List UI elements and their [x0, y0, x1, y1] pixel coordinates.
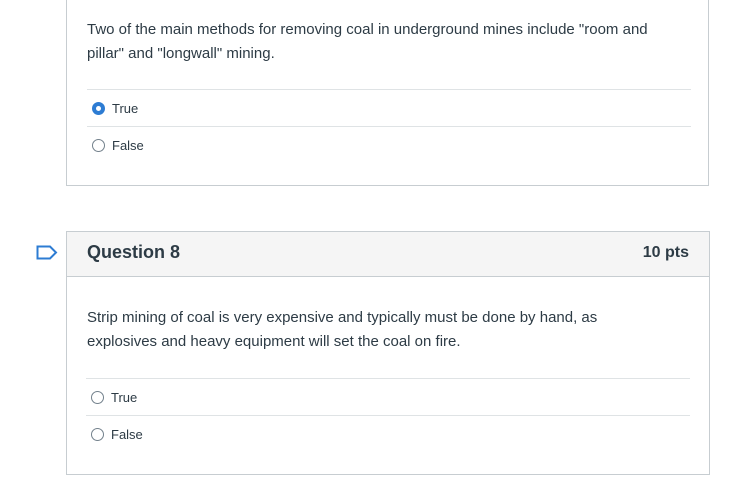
question-8-header: Question 8 10 pts: [67, 232, 709, 277]
question-7-text: Two of the main methods for removing coa…: [87, 21, 648, 62]
answer-option-true[interactable]: True: [87, 89, 691, 126]
flag-question-icon[interactable]: [36, 245, 58, 260]
question-7-card: Two of the main methods for removing coa…: [66, 0, 709, 186]
question-8-answers: True False: [86, 378, 690, 452]
radio-button[interactable]: [91, 427, 104, 441]
radio-button-selected[interactable]: [92, 101, 105, 115]
answer-option-false[interactable]: False: [87, 126, 691, 163]
question-title: Question 8: [87, 242, 181, 262]
question-points: 10 pts: [642, 244, 689, 261]
answer-label: False: [112, 137, 144, 153]
question-8-text: Strip mining of coal is very expensive a…: [87, 309, 598, 350]
quiz-page: Two of the main methods for removing coa…: [0, 0, 738, 494]
answer-label: False: [111, 426, 143, 442]
radio-button[interactable]: [91, 390, 104, 404]
answer-option-false[interactable]: False: [86, 415, 690, 452]
question-7-answers: True False: [87, 89, 691, 163]
answer-label: True: [112, 100, 139, 116]
radio-button[interactable]: [92, 138, 105, 152]
answer-label: True: [111, 389, 138, 405]
answer-option-true[interactable]: True: [86, 378, 690, 415]
